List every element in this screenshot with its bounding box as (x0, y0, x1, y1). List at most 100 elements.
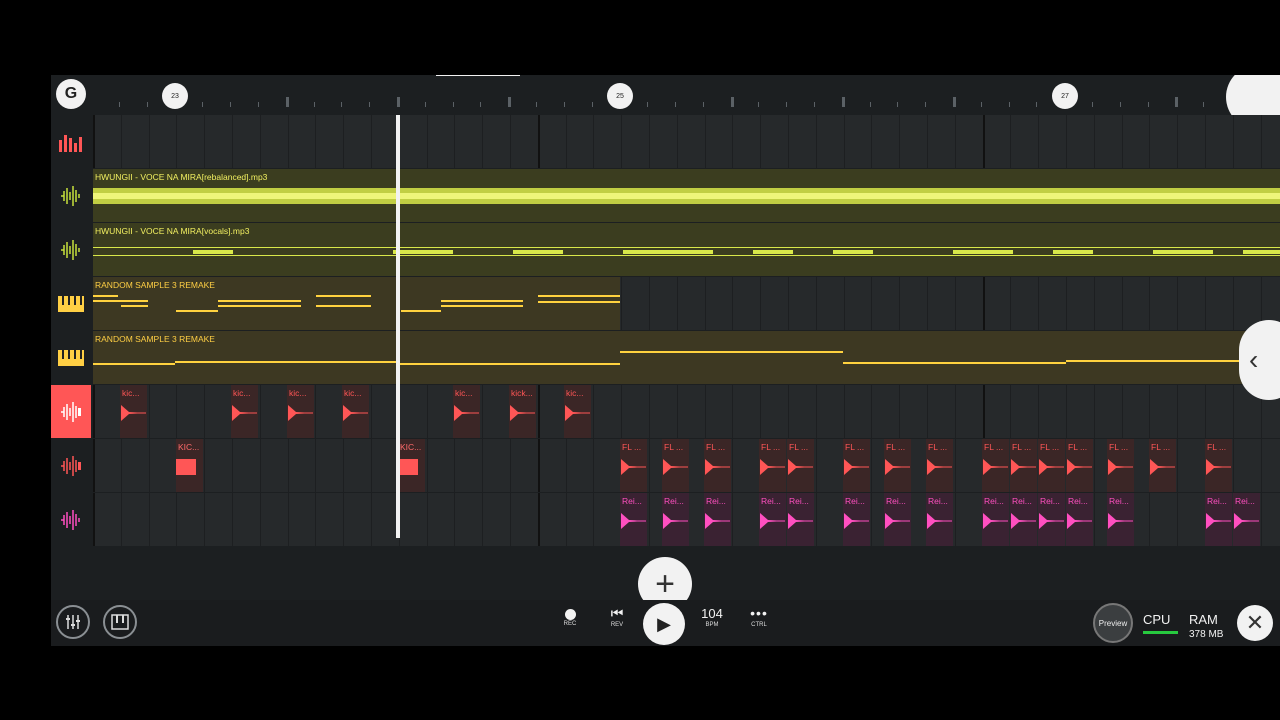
cpu-meter (1143, 631, 1178, 634)
bar-marker-23[interactable]: 23 (162, 83, 188, 109)
track-header[interactable] (51, 169, 91, 222)
kick-clip[interactable]: FL ... (662, 439, 689, 492)
kick-clip[interactable]: kic... (231, 385, 258, 438)
kick-clip[interactable]: FL ... (926, 439, 953, 492)
rei-clip[interactable]: Rei... (982, 493, 1009, 546)
kick-clip[interactable]: kic... (342, 385, 369, 438)
rei-clip[interactable]: Rei... (704, 493, 731, 546)
clip-sample-shape (1039, 513, 1064, 529)
track-header[interactable] (51, 331, 91, 384)
ruler-tick (397, 97, 400, 107)
rei-clip[interactable]: Rei... (1038, 493, 1065, 546)
grid-line (1177, 385, 1179, 438)
kick-clip[interactable]: FL ... (843, 439, 870, 492)
audio-clip[interactable]: HWUNGII - VOCE NA MIRA[rebalanced].mp3 (93, 169, 1280, 222)
track-header[interactable] (51, 277, 91, 330)
track-lane[interactable]: HWUNGII - VOCE NA MIRA[rebalanced].mp3 (93, 169, 1280, 222)
kick-clip[interactable]: FL ... (759, 439, 786, 492)
ruler-tick (814, 102, 815, 107)
rei-clip[interactable]: Rei... (787, 493, 814, 546)
kick-clip[interactable]: kic... (287, 385, 314, 438)
clip-sample-shape (885, 513, 910, 529)
track-lane[interactable] (93, 115, 1280, 168)
clip-label: HWUNGII - VOCE NA MIRA[vocals].mp3 (95, 226, 250, 236)
mixer-icon[interactable] (56, 605, 90, 639)
preview-button[interactable]: Preview (1093, 603, 1133, 643)
track-lane[interactable]: RANDOM SAMPLE 3 REMAKE (93, 331, 1280, 384)
play-icon[interactable]: ▶ (643, 603, 685, 645)
kick-clip[interactable]: kic... (453, 385, 480, 438)
rei-clip[interactable]: Rei... (620, 493, 647, 546)
rei-clip[interactable]: Rei... (1010, 493, 1037, 546)
rei-clip[interactable]: Rei... (843, 493, 870, 546)
ctrl-button[interactable]: ••• CTRL (745, 606, 773, 629)
kick-clip[interactable]: KIC... (398, 439, 425, 492)
track-lane[interactable]: HWUNGII - VOCE NA MIRA[vocals].mp3 (93, 223, 1280, 276)
grid-line (120, 439, 122, 492)
track-header[interactable] (51, 115, 91, 168)
kick-clip[interactable]: FL ... (704, 439, 731, 492)
kick-clip[interactable]: KIC... (176, 439, 203, 492)
ruler-tick (953, 97, 956, 107)
track-lane[interactable]: KIC... KIC... FL ... FL ... FL ... FL ... FL .… (93, 439, 1280, 492)
kick-clip[interactable]: FL ... (1205, 439, 1232, 492)
clip-label: Rei... (886, 496, 906, 506)
rei-clip[interactable]: Rei... (1205, 493, 1232, 546)
grid-line (788, 115, 789, 168)
clip-sample-shape (288, 405, 313, 421)
grid-line (1121, 385, 1123, 438)
ruler-tick (730, 97, 734, 107)
kick-clip[interactable]: FL ... (620, 439, 647, 492)
clip-label: Rei... (1207, 496, 1227, 506)
kick-clip[interactable]: kick... (509, 385, 536, 438)
track-lane[interactable]: RANDOM SAMPLE 3 REMAKE (93, 277, 1280, 330)
track-header[interactable] (51, 439, 91, 492)
bar-marker-25[interactable]: 25 (607, 83, 633, 109)
collapse-arrow-icon[interactable]: ‹ (1239, 320, 1280, 400)
kick-clip[interactable]: kic... (120, 385, 147, 438)
note (93, 363, 175, 365)
track-header-selected[interactable] (51, 385, 91, 438)
pattern-clip[interactable]: RANDOM SAMPLE 3 REMAKE (93, 277, 620, 330)
grid-line (815, 115, 817, 168)
note (620, 351, 843, 353)
pattern-clip[interactable]: RANDOM SAMPLE 3 REMAKE (93, 331, 1280, 384)
track-header[interactable] (51, 493, 91, 546)
track-lane[interactable]: Rei... Rei... Rei... Rei... Rei... Rei... Rei.… (93, 493, 1280, 546)
rei-clip[interactable]: Rei... (926, 493, 953, 546)
kick-clip[interactable]: FL ... (1066, 439, 1093, 492)
fl-logo-icon[interactable]: G (56, 79, 86, 109)
kick-clip[interactable]: FL ... (1010, 439, 1037, 492)
rei-clip[interactable]: Rei... (1107, 493, 1134, 546)
playhead[interactable] (396, 115, 400, 538)
rei-clip[interactable]: Rei... (884, 493, 911, 546)
grid-line (593, 115, 595, 168)
bar-marker-27[interactable]: 27 (1052, 83, 1078, 109)
grid-line (259, 439, 261, 492)
rei-clip[interactable]: Rei... (662, 493, 689, 546)
grid-line (899, 277, 901, 330)
track-lane[interactable]: kic... kic... kic... kic... kic... kick... kic… (93, 385, 1280, 438)
kick-clip[interactable]: FL ... (982, 439, 1009, 492)
rewind-button[interactable]: ⏮ REV (609, 606, 625, 629)
piano-icon[interactable] (103, 605, 137, 639)
rei-clip[interactable]: Rei... (759, 493, 786, 546)
grid-line (1177, 277, 1179, 330)
record-button[interactable]: REC (563, 606, 577, 627)
clip-label: Rei... (1109, 496, 1129, 506)
timeline-ruler[interactable]: G 23 25 27 (51, 75, 1280, 129)
rei-clip[interactable]: Rei... (1066, 493, 1093, 546)
track-header[interactable] (51, 223, 91, 276)
kick-clip[interactable]: FL ... (1038, 439, 1065, 492)
kick-clip[interactable]: FL ... (1107, 439, 1134, 492)
scroll-indicator[interactable] (436, 75, 520, 76)
kick-clip[interactable]: FL ... (1149, 439, 1176, 492)
kick-clip[interactable]: kic... (564, 385, 591, 438)
kick-clip[interactable]: FL ... (787, 439, 814, 492)
tempo-control[interactable]: 104 BPM (699, 606, 725, 628)
audio-clip[interactable]: HWUNGII - VOCE NA MIRA[vocals].mp3 (93, 223, 1280, 276)
kick-clip[interactable]: FL ... (884, 439, 911, 492)
transport-bar: REC ⏮ REV ▶ 104 BPM ••• CTRL Preview CPU… (51, 600, 1280, 646)
close-icon[interactable]: ✕ (1237, 605, 1273, 641)
rei-clip[interactable]: Rei... (1233, 493, 1260, 546)
